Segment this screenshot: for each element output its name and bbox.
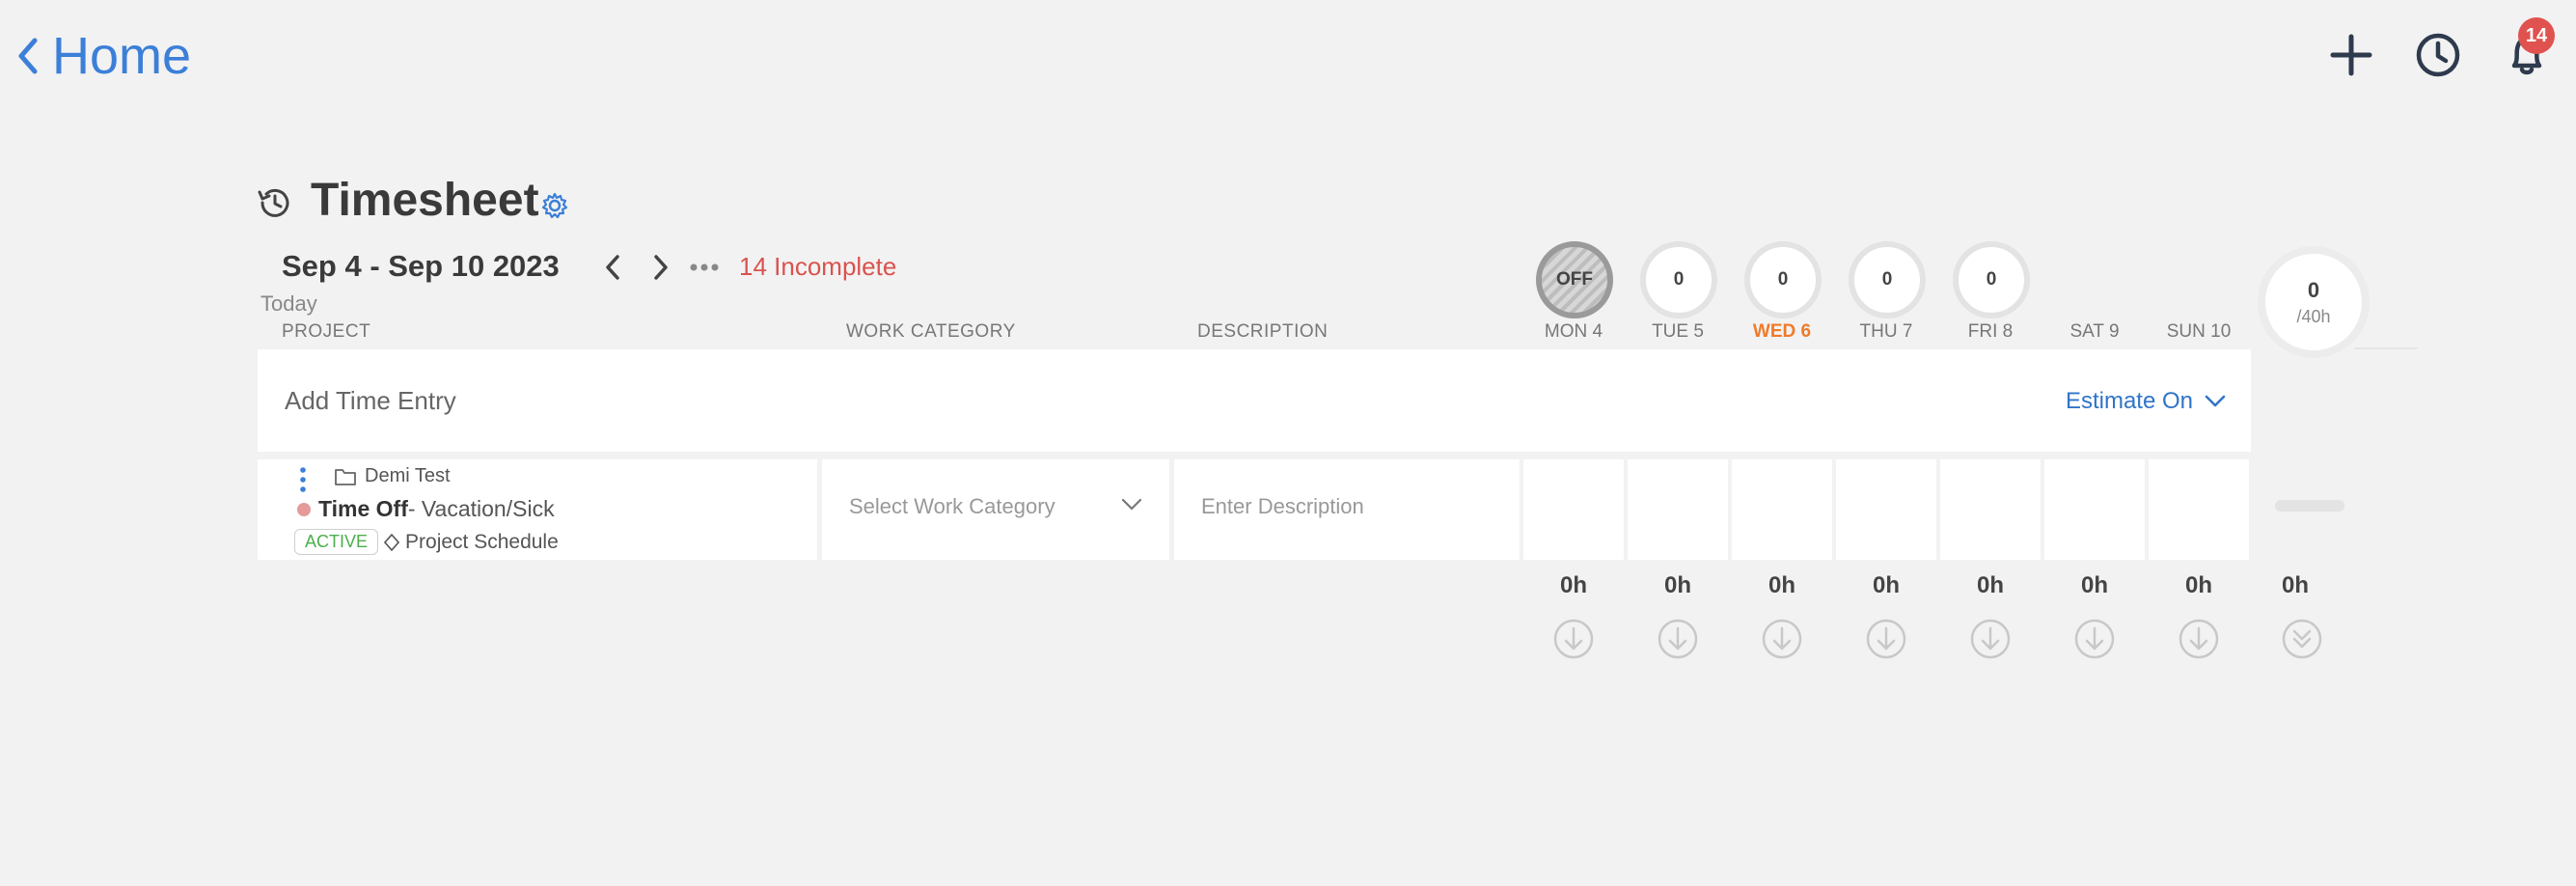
work-category-select[interactable]: Select Work Category (822, 459, 1169, 560)
submit-day-icon[interactable] (2073, 618, 2116, 660)
hours-input-wed[interactable] (1732, 459, 1832, 560)
submit-day-icon[interactable] (1552, 618, 1595, 660)
entry-client: Demi Test (334, 465, 451, 487)
estimate-label: Estimate On (2065, 388, 2193, 414)
description-input[interactable]: Enter Description (1174, 459, 1520, 560)
day-circle-wed: 0 (1744, 241, 1822, 318)
today-link[interactable]: Today (260, 291, 317, 317)
hours-input-thu[interactable] (1836, 459, 1936, 560)
total-hours-fri: 0h (1976, 572, 2004, 598)
day-header-thu: THU 7 (1859, 321, 1913, 342)
add-time-entry-label: Add Time Entry (285, 386, 456, 415)
day-circle-mon: OFF (1536, 241, 1613, 318)
total-hours-week: 0h (2281, 572, 2309, 598)
page-title: Timesheet (311, 175, 539, 226)
divider (2354, 347, 2418, 349)
status-badge: ACTIVE (294, 529, 379, 555)
day-header-sat: SAT 9 (2069, 321, 2120, 342)
diamond-icon (384, 533, 400, 551)
home-link[interactable]: Home (17, 27, 191, 85)
column-header-project: PROJECT (282, 321, 371, 342)
submit-day-icon[interactable] (1969, 618, 2012, 660)
total-hours-thu: 0h (1872, 572, 1900, 598)
day-header-wed: WED 6 (1752, 321, 1812, 342)
row-total-placeholder (2275, 500, 2344, 512)
work-category-placeholder: Select Work Category (849, 494, 1055, 518)
submit-day-icon[interactable] (1761, 618, 1803, 660)
week-target-hours: /40h (2296, 306, 2331, 326)
more-options-icon[interactable] (689, 261, 720, 274)
home-label: Home (52, 27, 192, 85)
entry-project-sub: - Vacation/Sick (407, 496, 555, 521)
project-color-dot (297, 502, 311, 516)
day-header-sun: SUN 10 (2166, 321, 2232, 342)
plus-icon[interactable] (2325, 29, 2377, 81)
project-schedule-link[interactable]: Project Schedule (405, 531, 559, 554)
submit-day-icon[interactable] (2178, 618, 2220, 660)
incomplete-count-link[interactable]: 14 Incomplete (739, 252, 896, 282)
settings-gear-icon[interactable] (540, 191, 569, 220)
submit-day-icon[interactable] (1865, 618, 1907, 660)
hours-input-tue[interactable] (1628, 459, 1728, 560)
chevron-left-icon (18, 38, 38, 74)
folder-icon (335, 468, 356, 485)
day-header-mon: MON 4 (1544, 321, 1603, 342)
day-header-tue: TUE 5 (1652, 321, 1704, 342)
submit-week-icon[interactable] (2281, 618, 2323, 660)
hours-input-sat[interactable] (2044, 459, 2145, 560)
total-hours-wed: 0h (1768, 572, 1795, 598)
hours-input-fri[interactable] (1940, 459, 2041, 560)
column-header-work-category: WORK CATEGORY (846, 321, 1016, 342)
entry-project-name: Time Off (318, 496, 408, 521)
clock-icon[interactable] (2412, 29, 2464, 81)
hours-input-sun[interactable] (2149, 459, 2249, 560)
day-circle-thu: 0 (1849, 241, 1926, 318)
notification-badge: 14 (2518, 17, 2555, 54)
total-hours-sun: 0h (2184, 572, 2212, 598)
column-header-description: DESCRIPTION (1197, 321, 1329, 342)
entry-project[interactable]: Time Off - Vacation/Sick (297, 496, 555, 522)
chevron-down-icon (2205, 395, 2226, 407)
next-week-chevron-icon[interactable] (644, 251, 675, 284)
day-circle-fri: 0 (1953, 241, 2030, 318)
history-icon[interactable] (255, 183, 293, 222)
submit-day-icon[interactable] (1657, 618, 1699, 660)
chevron-down-icon (1121, 498, 1142, 511)
total-hours-mon: 0h (1559, 572, 1587, 598)
prev-week-chevron-icon[interactable] (598, 251, 629, 284)
hours-input-mon[interactable] (1523, 459, 1624, 560)
entry-menu-icon[interactable] (298, 467, 308, 492)
day-circle-tue: 0 (1640, 241, 1717, 318)
add-time-entry-bar[interactable]: Add Time Entry Estimate On (258, 349, 2251, 452)
entry-client-name: Demi Test (365, 465, 451, 486)
date-range: Sep 4 - Sep 10 2023 (282, 249, 560, 283)
week-total-hours: 0 (2307, 277, 2320, 302)
day-header-fri: FRI 8 (1967, 321, 2014, 342)
estimate-toggle[interactable]: Estimate On (2066, 388, 2226, 415)
week-total-circle: 0 /40h (2258, 246, 2370, 358)
total-hours-tue: 0h (1663, 572, 1691, 598)
total-hours-sat: 0h (2080, 572, 2108, 598)
description-placeholder: Enter Description (1201, 494, 1364, 518)
entry-status-line: ACTIVE Project Schedule (294, 529, 559, 555)
